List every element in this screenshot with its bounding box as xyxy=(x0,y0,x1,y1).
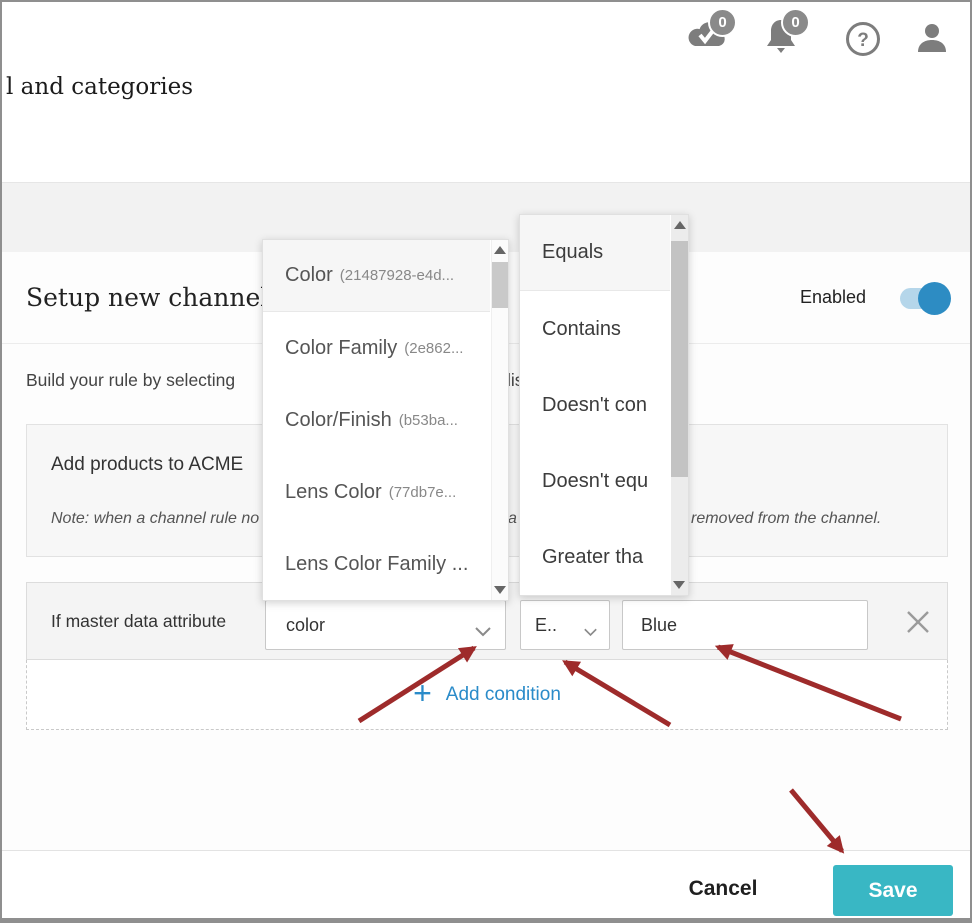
operator-dropdown-menu: Equals Contains Doesn't con Doesn't equ … xyxy=(519,214,689,596)
scope-title: Add products to ACME xyxy=(51,454,243,476)
operator-option[interactable]: Doesn't con xyxy=(520,367,670,443)
notifications-count-badge: 0 xyxy=(781,8,810,37)
chevron-down-icon xyxy=(584,621,597,642)
save-button[interactable]: Save xyxy=(833,865,953,916)
notifications-bell-icon[interactable]: 0 xyxy=(762,16,806,60)
scope-note-mid: a xyxy=(508,510,517,528)
svg-text:?: ? xyxy=(857,30,869,51)
condition-label: If master data attribute xyxy=(51,611,226,632)
operator-option[interactable]: Greater tha xyxy=(520,519,670,595)
enabled-label: Enabled xyxy=(800,287,866,308)
remove-condition-icon[interactable] xyxy=(905,609,931,640)
scroll-up-icon[interactable] xyxy=(674,221,686,229)
scroll-down-icon[interactable] xyxy=(494,586,506,594)
attribute-option[interactable]: Lens Color (77db7e... xyxy=(263,456,490,528)
operator-option[interactable]: Equals xyxy=(520,215,670,291)
scrollbar[interactable] xyxy=(491,240,508,600)
attribute-select[interactable]: color xyxy=(265,600,506,650)
page-title: l and categories xyxy=(6,74,193,100)
sync-count-badge: 0 xyxy=(708,8,737,37)
panel-heading: Setup new channel r xyxy=(26,283,288,312)
toggle-knob xyxy=(918,282,951,315)
value-input[interactable] xyxy=(622,600,868,650)
app-window: l and categories 0 0 ? Setup new channel… xyxy=(0,0,972,923)
chevron-down-icon xyxy=(475,621,491,642)
plus-icon: + xyxy=(413,677,432,709)
attribute-option[interactable]: Lens Color Family ... xyxy=(263,528,490,600)
scope-note-end: removed from the channel. xyxy=(691,510,881,528)
footer-divider xyxy=(2,850,970,851)
scrollbar[interactable] xyxy=(671,215,688,595)
operator-select[interactable]: E.. xyxy=(520,600,610,650)
scrollbar-thumb[interactable] xyxy=(671,241,688,477)
attribute-option[interactable]: Color/Finish (b53ba... xyxy=(263,384,490,456)
operator-select-value: E.. xyxy=(535,615,557,636)
operator-option[interactable]: Contains xyxy=(520,291,670,367)
sync-status-icon[interactable]: 0 xyxy=(685,18,733,58)
enabled-toggle[interactable] xyxy=(900,288,946,309)
attribute-option[interactable]: Color Family (2e862... xyxy=(263,312,490,384)
user-profile-icon[interactable] xyxy=(912,18,952,63)
attribute-dropdown-menu: Color (21487928-e4d... Color Family (2e8… xyxy=(262,239,509,601)
operator-option[interactable]: Doesn't equ xyxy=(520,443,670,519)
intro-text: Build your rule by selecting xyxy=(26,370,235,391)
scope-note-start: Note: when a channel rule no xyxy=(51,510,259,528)
add-condition-label: Add condition xyxy=(446,684,561,706)
add-condition-button[interactable]: + Add condition xyxy=(26,660,948,730)
scroll-down-icon[interactable] xyxy=(673,581,685,589)
scroll-up-icon[interactable] xyxy=(494,246,506,254)
attribute-option[interactable]: Color (21487928-e4d... xyxy=(263,240,490,312)
help-icon[interactable]: ? xyxy=(845,21,881,62)
scrollbar-thumb[interactable] xyxy=(492,262,508,308)
cancel-button[interactable]: Cancel xyxy=(668,877,778,901)
attribute-select-value: color xyxy=(286,615,325,636)
